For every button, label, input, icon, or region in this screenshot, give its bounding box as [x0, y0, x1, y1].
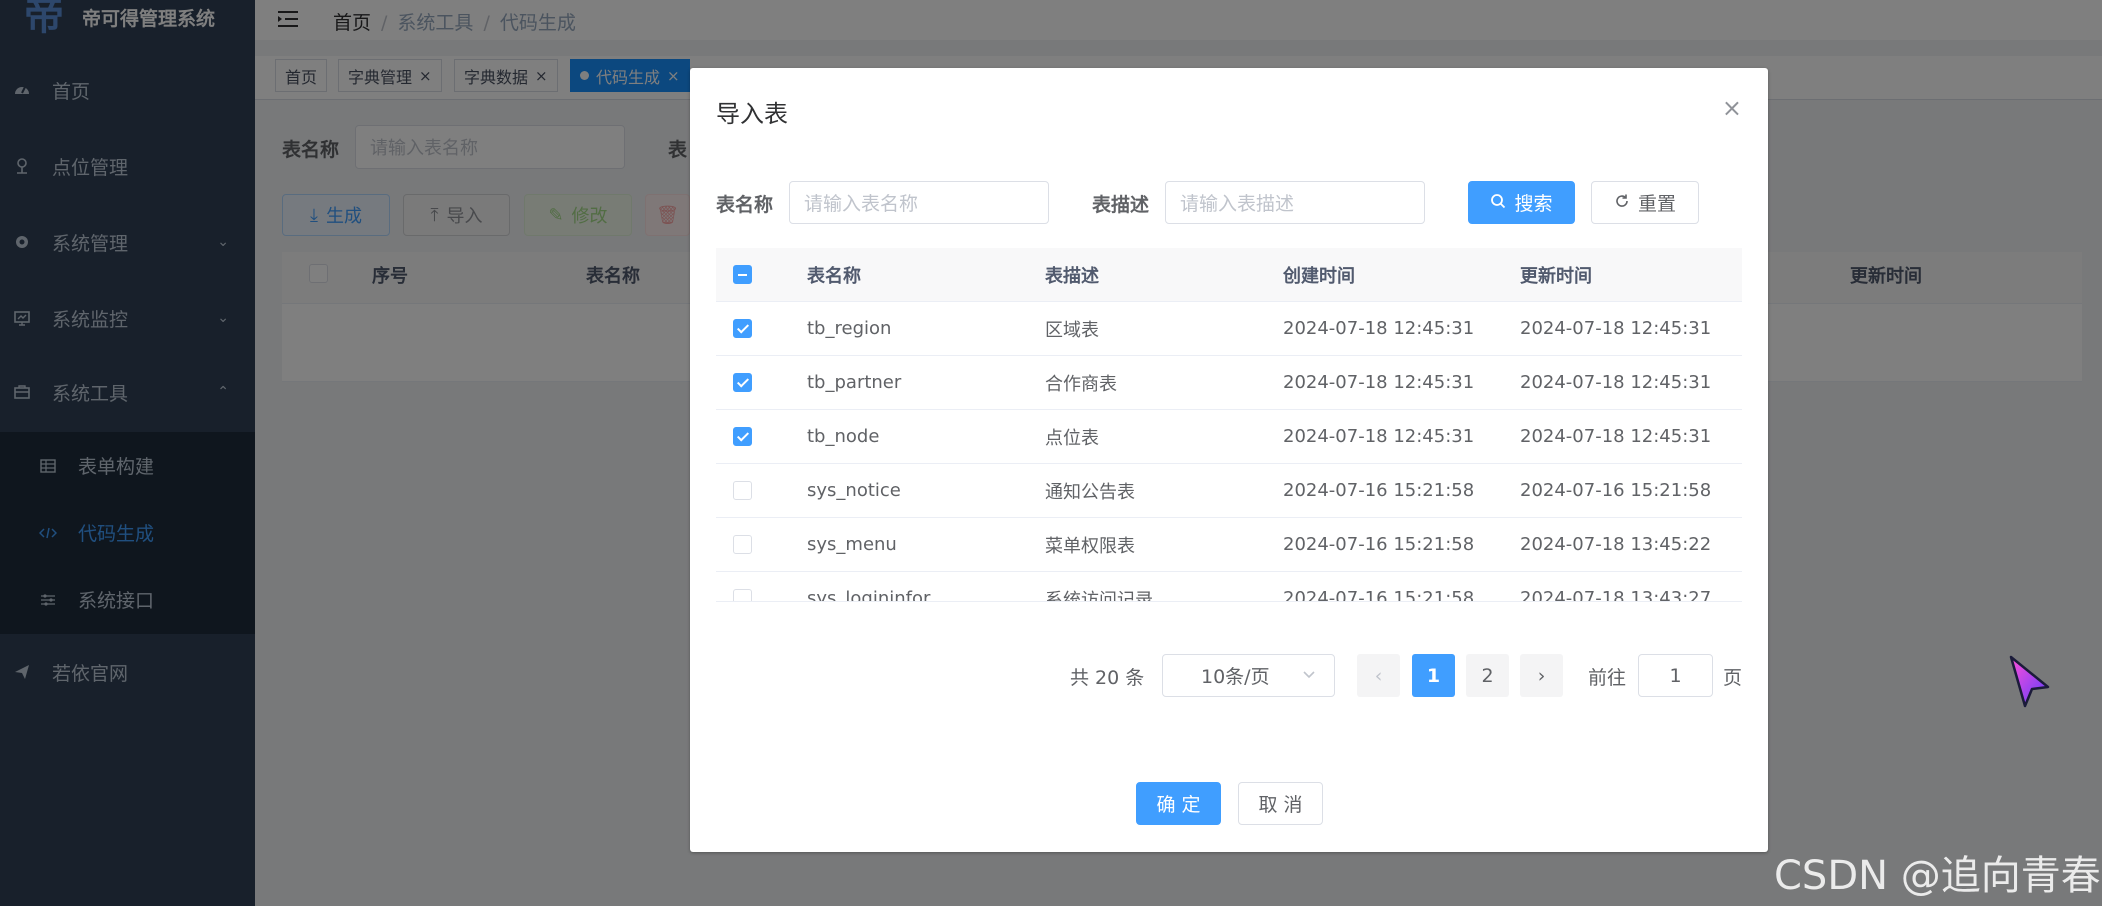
- cell-name: sys_menu: [807, 534, 897, 555]
- cell-updated: 2024-07-18 12:45:31: [1520, 426, 1712, 447]
- cell-desc: 菜单权限表: [1045, 535, 1135, 557]
- table-header: 表名称 表描述 创建时间 更新时间: [716, 248, 1742, 302]
- search-icon: [1490, 192, 1506, 214]
- cell-created: 2024-07-18 12:45:31: [1283, 426, 1475, 447]
- refresh-icon: [1614, 192, 1630, 214]
- next-page-button[interactable]: ›: [1520, 654, 1563, 697]
- cell-created: 2024-07-16 15:21:58: [1283, 588, 1475, 602]
- page-1-button[interactable]: 1: [1412, 654, 1455, 697]
- confirm-button[interactable]: 确 定: [1136, 782, 1221, 825]
- cell-name: tb_node: [807, 426, 880, 447]
- cell-name: sys_notice: [807, 480, 901, 501]
- row-checkbox[interactable]: [733, 319, 752, 338]
- pagination-total: 共 20 条: [1070, 667, 1145, 689]
- cell-desc: 系统访问记录: [1045, 589, 1153, 602]
- row-checkbox[interactable]: [733, 427, 752, 446]
- watermark: CSDN @追向青春: [1774, 853, 2101, 899]
- reset-button-label: 重置: [1637, 193, 1676, 215]
- close-icon[interactable]: ×: [1722, 94, 1742, 122]
- table-row[interactable]: sys_menu 菜单权限表 2024-07-16 15:21:58 2024-…: [716, 518, 1742, 572]
- table-row[interactable]: sys_logininfor 系统访问记录 2024-07-16 15:21:5…: [716, 572, 1742, 602]
- cancel-button[interactable]: 取 消: [1238, 782, 1323, 825]
- cell-created: 2024-07-18 12:45:31: [1283, 318, 1475, 339]
- table-desc-label: 表描述: [1092, 194, 1150, 216]
- search-button-label: 搜索: [1514, 193, 1553, 215]
- table-row[interactable]: sys_notice 通知公告表 2024-07-16 15:21:58 202…: [716, 464, 1742, 518]
- mouse-cursor-icon: [2008, 654, 2052, 716]
- row-checkbox[interactable]: [733, 535, 752, 554]
- page-size-select[interactable]: 10条/页: [1162, 654, 1335, 697]
- cell-updated: 2024-07-18 13:45:22: [1520, 534, 1712, 555]
- select-all-checkbox[interactable]: [733, 265, 752, 284]
- cell-desc: 通知公告表: [1045, 481, 1135, 503]
- goto-label: 前往: [1588, 667, 1627, 689]
- table-desc-input[interactable]: 请输入表描述: [1165, 181, 1425, 224]
- cell-created: 2024-07-16 15:21:58: [1283, 480, 1475, 501]
- goto-page-input[interactable]: 1: [1638, 654, 1713, 697]
- cell-name: tb_partner: [807, 372, 902, 393]
- row-checkbox[interactable]: [733, 373, 752, 392]
- cell-name: tb_region: [807, 318, 892, 339]
- cell-desc: 点位表: [1045, 427, 1099, 449]
- th-desc: 表描述: [1045, 266, 1099, 287]
- cell-updated: 2024-07-18 12:45:31: [1520, 372, 1712, 393]
- confirm-button-label: 确 定: [1156, 794, 1201, 816]
- row-checkbox[interactable]: [733, 589, 752, 601]
- cell-desc: 合作商表: [1045, 373, 1117, 395]
- table-row[interactable]: tb_partner 合作商表 2024-07-18 12:45:31 2024…: [716, 356, 1742, 410]
- page-2-button[interactable]: 2: [1466, 654, 1509, 697]
- cell-created: 2024-07-16 15:21:58: [1283, 534, 1475, 555]
- cancel-button-label: 取 消: [1258, 794, 1303, 816]
- table-name-label: 表名称: [716, 194, 774, 216]
- th-created: 创建时间: [1283, 266, 1355, 287]
- cell-updated: 2024-07-18 13:43:27: [1520, 588, 1712, 602]
- import-table-dialog: 导入表 × 表名称 请输入表名称 表描述 请输入表描述 搜索 重置 表名称 表描…: [690, 68, 1768, 852]
- cell-name: sys_logininfor: [807, 588, 931, 602]
- chevron-down-icon: [1302, 665, 1316, 684]
- import-table: 表名称 表描述 创建时间 更新时间 tb_region 区域表 2024-07-…: [716, 248, 1742, 602]
- cell-updated: 2024-07-16 15:21:58: [1520, 480, 1712, 501]
- dialog-title: 导入表: [716, 100, 788, 128]
- cell-desc: 区域表: [1045, 319, 1099, 341]
- cell-created: 2024-07-18 12:45:31: [1283, 372, 1475, 393]
- page-size-value: 10条/页: [1201, 666, 1270, 688]
- cell-updated: 2024-07-18 12:45:31: [1520, 318, 1712, 339]
- search-button[interactable]: 搜索: [1468, 181, 1575, 224]
- prev-page-button[interactable]: ‹: [1357, 654, 1400, 697]
- th-name: 表名称: [807, 266, 861, 287]
- table-row[interactable]: tb_region 区域表 2024-07-18 12:45:31 2024-0…: [716, 302, 1742, 356]
- row-checkbox[interactable]: [733, 481, 752, 500]
- reset-button[interactable]: 重置: [1591, 181, 1699, 224]
- table-row[interactable]: tb_node 点位表 2024-07-18 12:45:31 2024-07-…: [716, 410, 1742, 464]
- th-updated: 更新时间: [1520, 266, 1592, 287]
- goto-suffix: 页: [1723, 667, 1743, 689]
- table-name-input[interactable]: 请输入表名称: [789, 181, 1049, 224]
